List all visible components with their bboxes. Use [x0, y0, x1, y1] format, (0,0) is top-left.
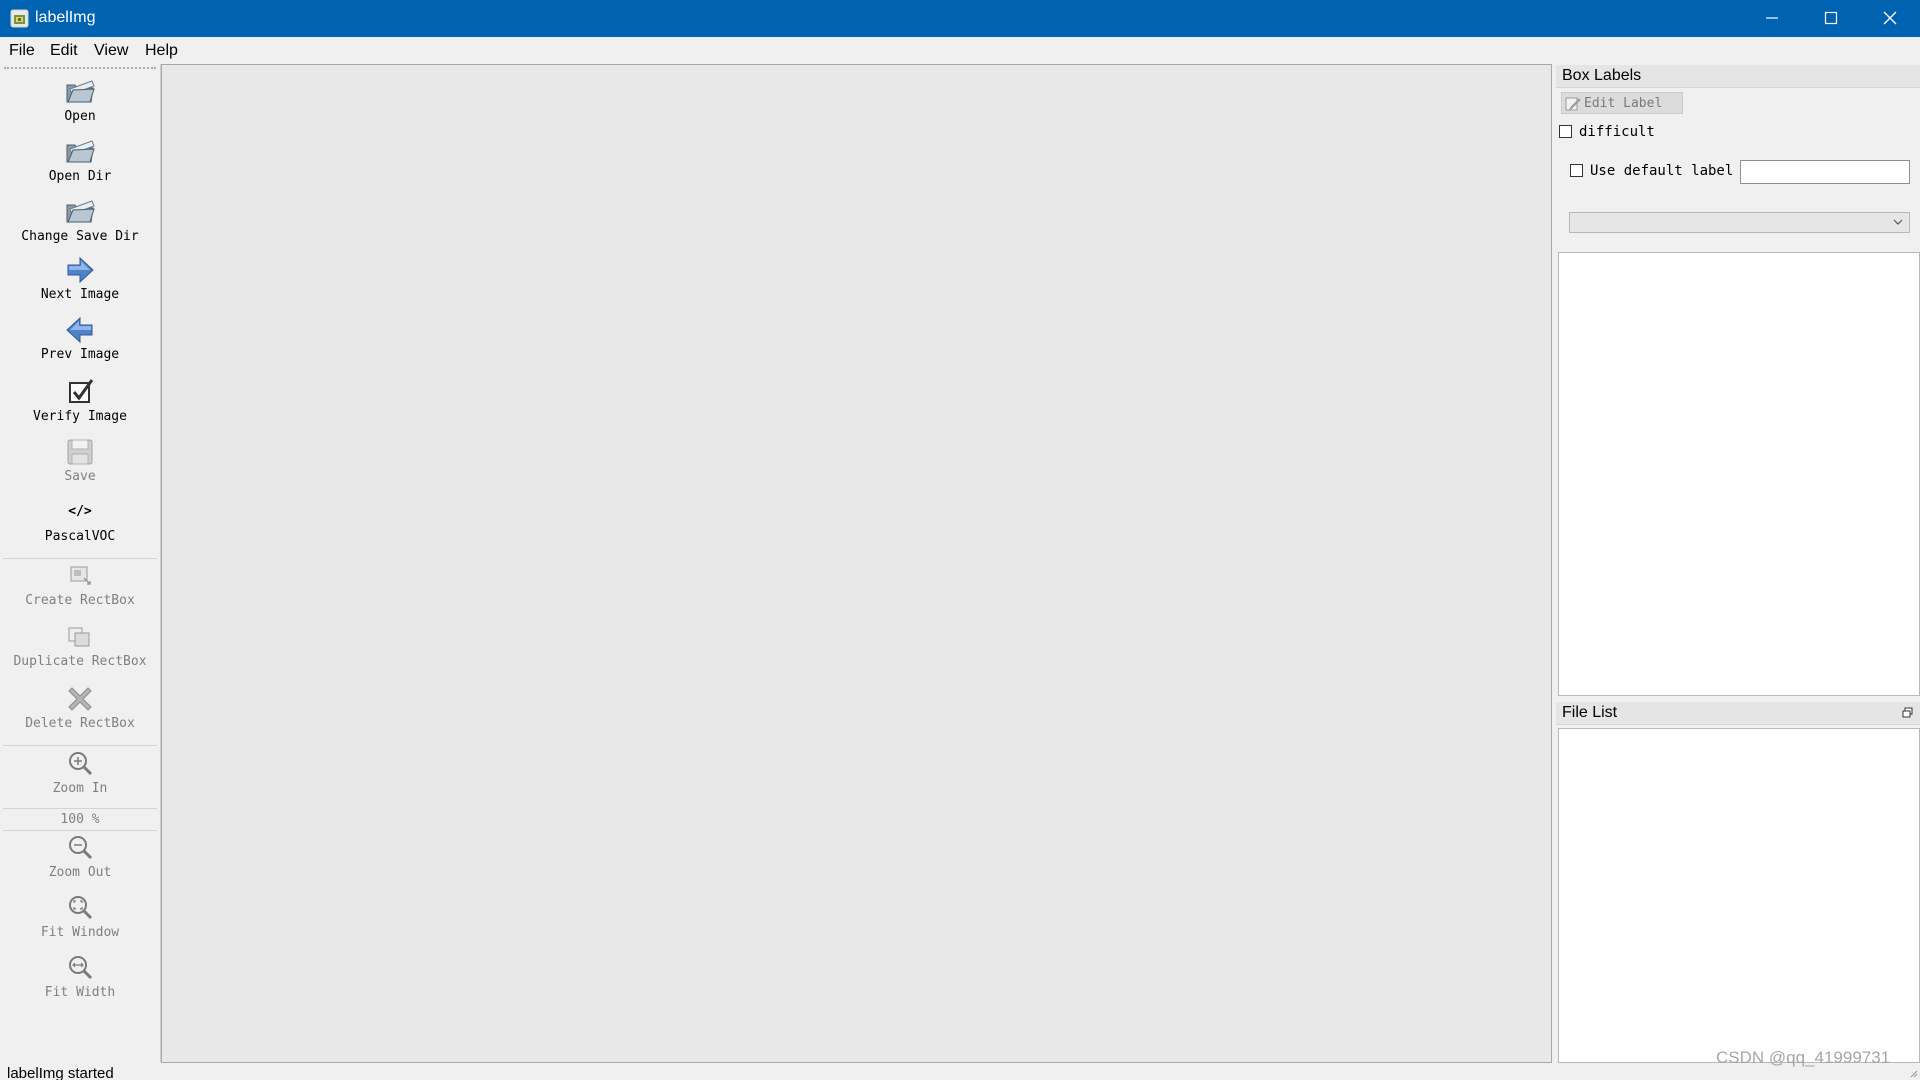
- toolbar-separator: [3, 808, 157, 809]
- open-button[interactable]: Open: [3, 76, 157, 124]
- status-bar: labelImg started: [0, 1063, 1920, 1080]
- edit-label-text: Edit Label: [1584, 96, 1663, 111]
- verify-image-label: Verify Image: [33, 409, 127, 424]
- format-label: PascalVOC: [44, 529, 116, 544]
- minimize-button[interactable]: [1744, 0, 1802, 37]
- duplicate-rectbox-label: Duplicate RectBox: [13, 654, 147, 669]
- fit-width-button[interactable]: Fit Width: [3, 952, 157, 1000]
- labelimg-window: labelImg File Edit View Help Open Open D…: [0, 0, 1920, 1080]
- arrow-left-icon: [66, 316, 93, 344]
- duplicate-icon: [68, 627, 90, 647]
- default-label-input[interactable]: [1740, 160, 1910, 184]
- toolbar-separator: [3, 745, 157, 746]
- save-label: Save: [64, 469, 96, 484]
- zoom-out-button[interactable]: Zoom Out: [3, 832, 157, 880]
- menu-view[interactable]: View: [94, 42, 128, 60]
- zoom-in-label: Zoom In: [52, 781, 108, 796]
- minimize-icon: [1766, 17, 1778, 19]
- box-labels-dock-title[interactable]: Box Labels: [1556, 65, 1920, 88]
- delete-x-icon: [68, 687, 92, 711]
- close-button[interactable]: [1862, 0, 1920, 37]
- create-rectbox-button[interactable]: Create RectBox: [3, 560, 157, 608]
- fit-width-icon: [69, 956, 93, 980]
- difficult-label: difficult: [1579, 124, 1655, 140]
- maximize-icon: [1824, 11, 1838, 25]
- arrow-right-icon: [67, 256, 94, 284]
- resize-grip-icon[interactable]: [1908, 1068, 1918, 1078]
- open-dir-label: Open Dir: [48, 169, 112, 184]
- verify-image-button[interactable]: Verify Image: [3, 376, 157, 424]
- checkbox-checked-icon: [69, 379, 94, 403]
- open-label: Open: [64, 109, 96, 124]
- maximize-button[interactable]: [1803, 0, 1861, 37]
- toolbar-separator: [3, 558, 157, 559]
- zoom-in-button[interactable]: Zoom In: [3, 748, 157, 796]
- open-dir-button[interactable]: Open Dir: [3, 136, 157, 184]
- change-save-dir-button[interactable]: Change Save Dir: [3, 196, 157, 244]
- next-image-button[interactable]: Next Image: [3, 254, 157, 302]
- window-title: labelImg: [35, 9, 96, 26]
- label-combo-box[interactable]: [1569, 212, 1910, 233]
- image-canvas[interactable]: [161, 64, 1552, 1063]
- close-icon: [1883, 11, 1897, 25]
- prev-image-label: Prev Image: [40, 347, 120, 362]
- duplicate-rectbox-button[interactable]: Duplicate RectBox: [3, 621, 157, 669]
- zoom-out-icon: [69, 836, 93, 860]
- create-rectbox-label: Create RectBox: [25, 593, 135, 608]
- folder-open-icon: [66, 200, 95, 223]
- use-default-label-checkbox[interactable]: [1570, 164, 1583, 177]
- delete-rectbox-label: Delete RectBox: [25, 716, 135, 731]
- zoom-value-spinbox[interactable]: 100 %: [3, 812, 157, 827]
- difficult-checkbox[interactable]: [1559, 125, 1572, 138]
- toolbar-grip[interactable]: [4, 67, 156, 69]
- watermark: CSDN @qq_41999731: [1716, 1048, 1891, 1067]
- status-text: labelImg started: [7, 1065, 114, 1080]
- save-button[interactable]: Save: [3, 436, 157, 484]
- box-labels-title: Box Labels: [1562, 67, 1642, 84]
- edit-pencil-icon: [1565, 97, 1581, 111]
- float-dock-icon[interactable]: [1902, 707, 1913, 718]
- fit-window-icon: [69, 896, 93, 920]
- toolbar-separator: [3, 830, 157, 831]
- delete-rectbox-button[interactable]: Delete RectBox: [3, 683, 157, 731]
- label-list[interactable]: [1558, 252, 1920, 696]
- zoom-in-icon: [69, 752, 93, 776]
- file-list-dock-title[interactable]: File List: [1556, 702, 1920, 725]
- toolbar: Open Open Dir Change Save Dir Next Image…: [0, 64, 161, 1062]
- menu-bar: File Edit View Help: [0, 37, 1920, 64]
- create-rect-icon: [70, 566, 91, 585]
- title-bar[interactable]: labelImg: [0, 0, 1920, 37]
- menu-help[interactable]: Help: [145, 42, 178, 60]
- fit-width-label: Fit Width: [44, 985, 116, 1000]
- fit-window-button[interactable]: Fit Window: [3, 892, 157, 940]
- format-pascalvoc-button[interactable]: </> PascalVOC: [3, 496, 157, 544]
- folder-open-icon: [66, 80, 95, 103]
- prev-image-button[interactable]: Prev Image: [3, 314, 157, 362]
- file-list[interactable]: [1558, 728, 1920, 1063]
- file-list-title: File List: [1562, 704, 1618, 721]
- edit-label-button[interactable]: Edit Label: [1561, 92, 1683, 114]
- labelimg-app-icon: [10, 9, 29, 28]
- chevron-down-icon: [1893, 219, 1903, 225]
- zoom-out-label: Zoom Out: [48, 865, 112, 880]
- change-save-dir-label: Change Save Dir: [21, 229, 139, 244]
- code-icon: </>: [68, 504, 92, 519]
- menu-file[interactable]: File: [9, 42, 35, 60]
- next-image-label: Next Image: [40, 287, 120, 302]
- menu-edit[interactable]: Edit: [50, 42, 78, 60]
- use-default-label-text: Use default label: [1590, 163, 1734, 179]
- fit-window-label: Fit Window: [40, 925, 120, 940]
- folder-open-icon: [66, 140, 95, 163]
- floppy-disk-icon: [67, 439, 93, 465]
